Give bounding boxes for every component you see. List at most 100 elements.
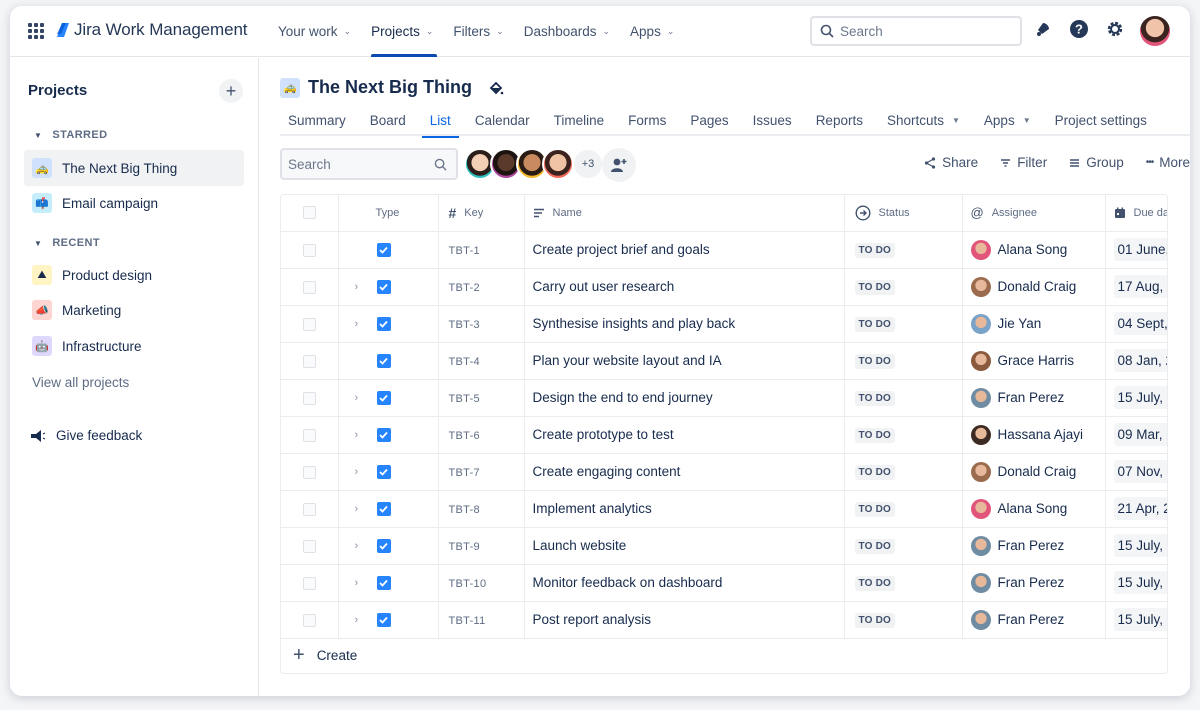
create-issue-button[interactable]: + Create	[281, 636, 1167, 673]
key-cell[interactable]: TBT-10	[438, 564, 525, 602]
issue-key[interactable]: TBT-10	[449, 578, 487, 590]
due-date[interactable]: 15 July, 2	[1113, 571, 1167, 594]
nav-item-apps[interactable]: Apps ⌄	[630, 6, 684, 57]
due-date[interactable]: 15 July, 2	[1113, 386, 1167, 409]
tab-timeline[interactable]: Timeline	[546, 104, 613, 136]
more-button[interactable]: ••• More	[1146, 155, 1190, 170]
row-checkbox[interactable]	[302, 613, 316, 627]
table-row[interactable]: › TBT-5 Design the end to end journey TO DO…	[281, 379, 1167, 417]
assignee-cell[interactable]: Fran Perez	[962, 564, 1106, 602]
task-type-icon[interactable]	[376, 242, 391, 257]
name-cell[interactable]: Post report analysis	[524, 601, 845, 639]
tab-summary[interactable]: Summary	[280, 104, 354, 136]
status-badge[interactable]: TO DO	[854, 576, 895, 591]
task-type-icon[interactable]	[376, 427, 391, 442]
status-badge[interactable]: TO DO	[854, 502, 895, 517]
expand-chevron-icon[interactable]: ›	[355, 466, 377, 478]
issue-name[interactable]: Monitor feedback on dashboard	[533, 575, 723, 590]
issue-key[interactable]: TBT-9	[449, 541, 480, 553]
tab-project-settings[interactable]: Project settings	[1047, 104, 1155, 136]
assignee-cell[interactable]: Fran Perez	[962, 601, 1106, 639]
issue-name[interactable]: Post report analysis	[533, 612, 652, 627]
row-checkbox[interactable]	[302, 391, 316, 405]
row-checkbox[interactable]	[302, 576, 316, 590]
help-icon[interactable]: ?	[1068, 18, 1090, 40]
expand-chevron-icon[interactable]: ›	[355, 614, 377, 626]
task-type-icon[interactable]	[376, 390, 391, 405]
due-date[interactable]: 01 June,	[1113, 238, 1167, 261]
tab-calendar[interactable]: Calendar	[467, 104, 538, 136]
task-type-icon[interactable]	[376, 612, 391, 627]
issue-key[interactable]: TBT-4	[449, 356, 480, 368]
nav-item-dashboards[interactable]: Dashboards ⌄	[524, 6, 620, 57]
issue-name[interactable]: Carry out user research	[533, 279, 675, 294]
due-date[interactable]: 15 July, 2	[1113, 608, 1167, 631]
issue-name[interactable]: Create prototype to test	[533, 427, 674, 442]
status-column-header[interactable]: Status	[844, 195, 963, 232]
assignee-cell[interactable]: Donald Craig	[962, 453, 1106, 491]
starred-section-toggle[interactable]: ▼ STARRED	[34, 129, 107, 141]
due-date[interactable]: 09 Mar, 2	[1113, 423, 1167, 446]
tab-board[interactable]: Board	[362, 104, 414, 136]
task-type-icon[interactable]	[376, 538, 391, 553]
name-cell[interactable]: Create project brief and goals	[524, 231, 845, 269]
assignee-cell[interactable]: Grace Harris	[962, 342, 1106, 380]
issue-name[interactable]: Create project brief and goals	[533, 242, 710, 257]
assignee-cell[interactable]: Hassana Ajayi	[962, 416, 1106, 454]
key-cell[interactable]: TBT-1	[438, 231, 525, 269]
tab-list[interactable]: List	[421, 104, 459, 138]
row-checkbox[interactable]	[302, 317, 316, 331]
nav-item-projects[interactable]: Projects ⌄	[371, 6, 443, 57]
issue-key[interactable]: TBT-1	[449, 245, 480, 257]
tab-pages[interactable]: Pages	[682, 104, 736, 136]
status-badge[interactable]: TO DO	[854, 465, 895, 480]
table-row[interactable]: › TBT-2 Carry out user research TO DO Donald…	[281, 268, 1167, 306]
table-row[interactable]: TBT-1 Create project brief and goals TO DO…	[281, 231, 1167, 269]
due-date-cell[interactable]: 15 July, 2	[1105, 379, 1167, 417]
add-project-button[interactable]: +	[219, 79, 243, 103]
row-checkbox[interactable]	[302, 502, 316, 516]
due-date-cell[interactable]: 15 July, 2	[1105, 527, 1167, 565]
expand-chevron-icon[interactable]: ›	[355, 503, 377, 515]
issue-key[interactable]: TBT-5	[449, 393, 480, 405]
issue-name[interactable]: Synthesise insights and play back	[533, 316, 736, 331]
assignee-cell[interactable]: Donald Craig	[962, 268, 1106, 306]
name-cell[interactable]: Plan your website layout and IA	[524, 342, 845, 380]
issue-key[interactable]: TBT-3	[449, 319, 480, 331]
member-avatar[interactable]	[542, 148, 574, 180]
issue-key[interactable]: TBT-2	[449, 282, 480, 294]
select-all-checkbox[interactable]	[302, 206, 316, 220]
table-row[interactable]: › TBT-7 Create engaging content TO DO Donald…	[281, 453, 1167, 491]
tab-apps[interactable]: Apps ▼	[976, 104, 1039, 136]
status-badge[interactable]: TO DO	[854, 243, 895, 258]
sidebar-item-the-next-big-thing[interactable]: 🚕 The Next Big Thing	[24, 150, 244, 186]
type-column-header[interactable]: Type	[338, 195, 439, 232]
name-column-header[interactable]: Name	[524, 195, 845, 232]
share-button[interactable]: Share	[924, 155, 978, 170]
due-date-cell[interactable]: 07 Nov, 2	[1105, 453, 1167, 491]
due-date[interactable]: 15 July, 2	[1113, 534, 1167, 557]
key-cell[interactable]: TBT-4	[438, 342, 525, 380]
profile-avatar[interactable]	[1140, 16, 1170, 46]
name-cell[interactable]: Design the end to end journey	[524, 379, 845, 417]
key-cell[interactable]: TBT-7	[438, 453, 525, 491]
tab-shortcuts[interactable]: Shortcuts ▼	[879, 104, 968, 136]
key-cell[interactable]: TBT-3	[438, 305, 525, 343]
issue-name[interactable]: Create engaging content	[533, 464, 681, 479]
expand-chevron-icon[interactable]: ›	[355, 577, 377, 589]
task-type-icon[interactable]	[376, 316, 391, 331]
table-row[interactable]: › TBT-8 Implement analytics TO DO Alana Song…	[281, 490, 1167, 528]
due-date-cell[interactable]: 15 July, 2	[1105, 564, 1167, 602]
jira-logo[interactable]: Jira Work Management	[56, 20, 248, 40]
notifications-icon[interactable]	[1032, 18, 1054, 40]
issue-name[interactable]: Launch website	[533, 538, 627, 553]
key-cell[interactable]: TBT-9	[438, 527, 525, 565]
due-date-cell[interactable]: 01 June,	[1105, 231, 1167, 269]
table-row[interactable]: › TBT-10 Monitor feedback on dashboard TO D…	[281, 564, 1167, 602]
issue-key[interactable]: TBT-11	[449, 615, 486, 627]
due-date-cell[interactable]: 15 July, 2	[1105, 601, 1167, 639]
expand-chevron-icon[interactable]: ›	[355, 281, 377, 293]
filter-button[interactable]: Filter	[1000, 155, 1047, 170]
tab-reports[interactable]: Reports	[808, 104, 871, 136]
name-cell[interactable]: Create engaging content	[524, 453, 845, 491]
